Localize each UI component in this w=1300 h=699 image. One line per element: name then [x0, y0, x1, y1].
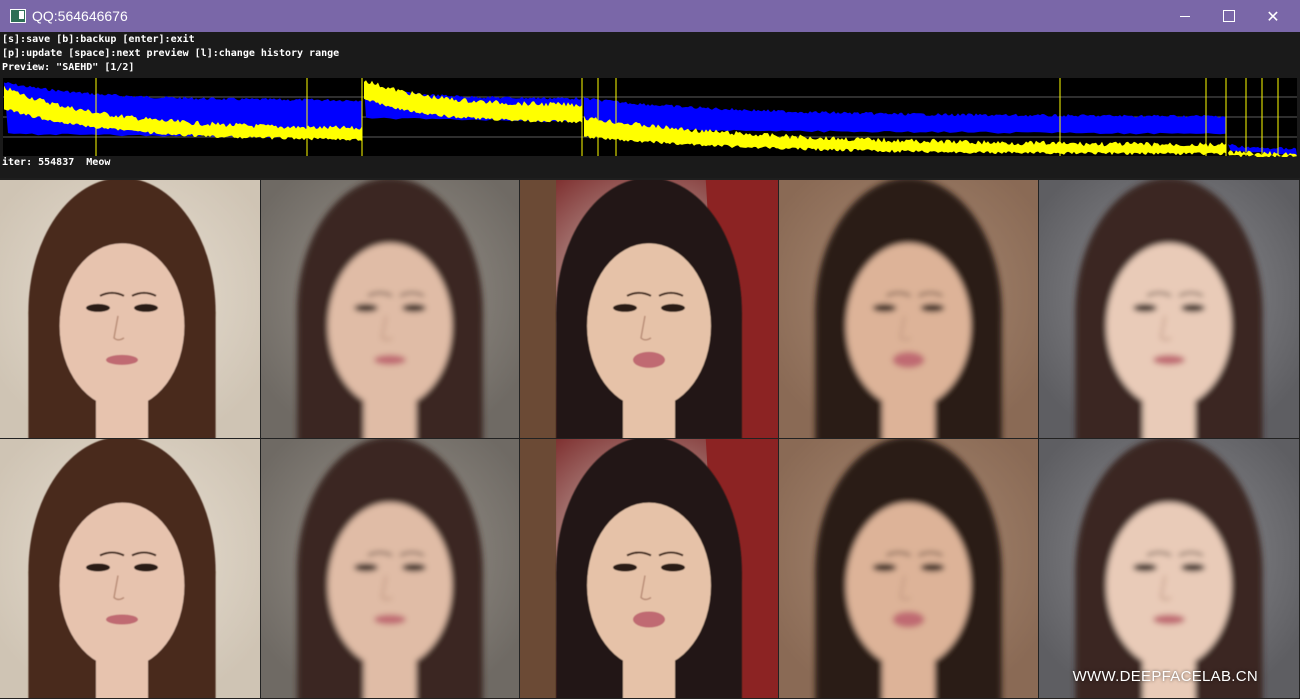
preview-src-row-2 — [0, 439, 260, 698]
preview-grid — [0, 180, 1300, 699]
face-image — [779, 180, 1038, 438]
close-button[interactable]: ✕ — [1250, 0, 1296, 32]
maximize-button[interactable] — [1206, 0, 1252, 32]
preview-src-predicted-row-2 — [261, 439, 519, 698]
preview-src-row-1 — [0, 180, 260, 438]
window-title: QQ:564646676 — [32, 8, 128, 24]
minimize-icon — [1180, 15, 1190, 17]
face-image — [779, 439, 1038, 698]
face-image — [520, 180, 778, 438]
minimize-button[interactable] — [1162, 0, 1208, 32]
console-app-icon — [10, 9, 26, 23]
help-line-update: [p]:update [space]:next preview [l]:chan… — [2, 48, 340, 59]
preview-src-dst-swap-row-1 — [1039, 180, 1299, 438]
loss-history-graph — [3, 78, 1297, 157]
face-image — [0, 439, 260, 698]
preview-dst-predicted-row-1 — [779, 180, 1038, 438]
close-icon: ✕ — [1266, 6, 1280, 26]
preview-src-predicted-row-1 — [261, 180, 519, 438]
face-image — [261, 180, 519, 438]
maximize-icon — [1223, 10, 1235, 22]
help-line-save: [s]:save [b]:backup [enter]:exit — [2, 34, 195, 45]
face-image — [520, 439, 778, 698]
iteration-status: iter: 554837 Meow — [2, 157, 111, 168]
help-line-preview: Preview: "SAEHD" [1/2] — [2, 62, 135, 73]
preview-dst-row-2 — [520, 439, 778, 698]
title-bar: QQ:564646676 ✕ — [0, 0, 1300, 32]
preview-src-dst-swap-row-2 — [1039, 439, 1299, 698]
face-image — [1039, 439, 1299, 698]
watermark: WWW.DEEPFACELAB.CN — [1072, 668, 1258, 685]
face-image — [1039, 180, 1299, 438]
training-console: [s]:save [b]:backup [enter]:exit [p]:upd… — [0, 32, 1300, 178]
face-image — [261, 439, 519, 698]
face-image — [0, 180, 260, 438]
preview-dst-predicted-row-2 — [779, 439, 1038, 698]
preview-dst-row-1 — [520, 180, 778, 438]
